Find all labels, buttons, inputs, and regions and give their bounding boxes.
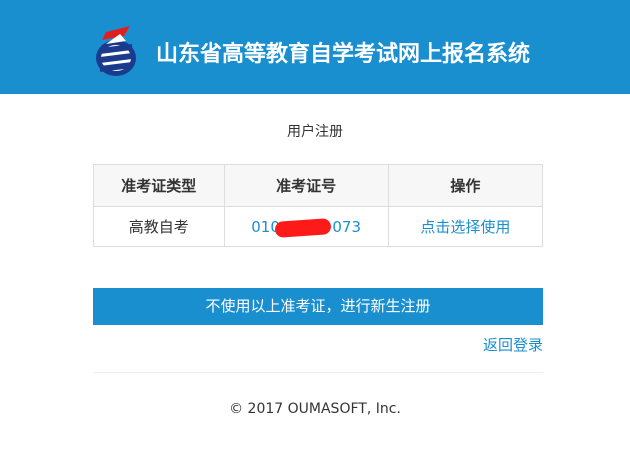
column-header-action: 操作 (387, 164, 544, 207)
column-header-type: 准考证类型 (93, 164, 225, 207)
site-title: 山东省高等教育自学考试网上报名系统 (156, 42, 531, 67)
ticket-number-suffix: 073 (332, 217, 362, 236)
exam-system-logo-icon (96, 26, 136, 76)
divider (93, 372, 543, 373)
ticket-number-cell: 010 073 (223, 206, 389, 247)
page-title: 用户注册 (287, 124, 343, 140)
select-use-link[interactable]: 点击选择使用 (420, 218, 510, 236)
table-row: 高教自考 010 073 点击选择使用 (93, 206, 544, 247)
new-register-button[interactable]: 不使用以上准考证，进行新生注册 (93, 288, 543, 325)
column-header-number: 准考证号 (223, 164, 389, 207)
redaction-mark (274, 217, 332, 238)
back-to-login-link[interactable]: 返回登录 (483, 334, 543, 355)
ticket-number-link[interactable]: 010 073 (251, 217, 362, 238)
header-bar: 山东省高等教育自学考试网上报名系统 (0, 0, 630, 94)
footer-copyright: © 2017 OUMASOFT, Inc. (229, 401, 401, 417)
action-cell: 点击选择使用 (387, 206, 544, 247)
ticket-type-cell: 高教自考 (93, 206, 225, 247)
ticket-table: 准考证类型 准考证号 操作 高教自考 010 073 点击选择使用 (93, 164, 544, 247)
table-header-row: 准考证类型 准考证号 操作 (93, 164, 544, 207)
